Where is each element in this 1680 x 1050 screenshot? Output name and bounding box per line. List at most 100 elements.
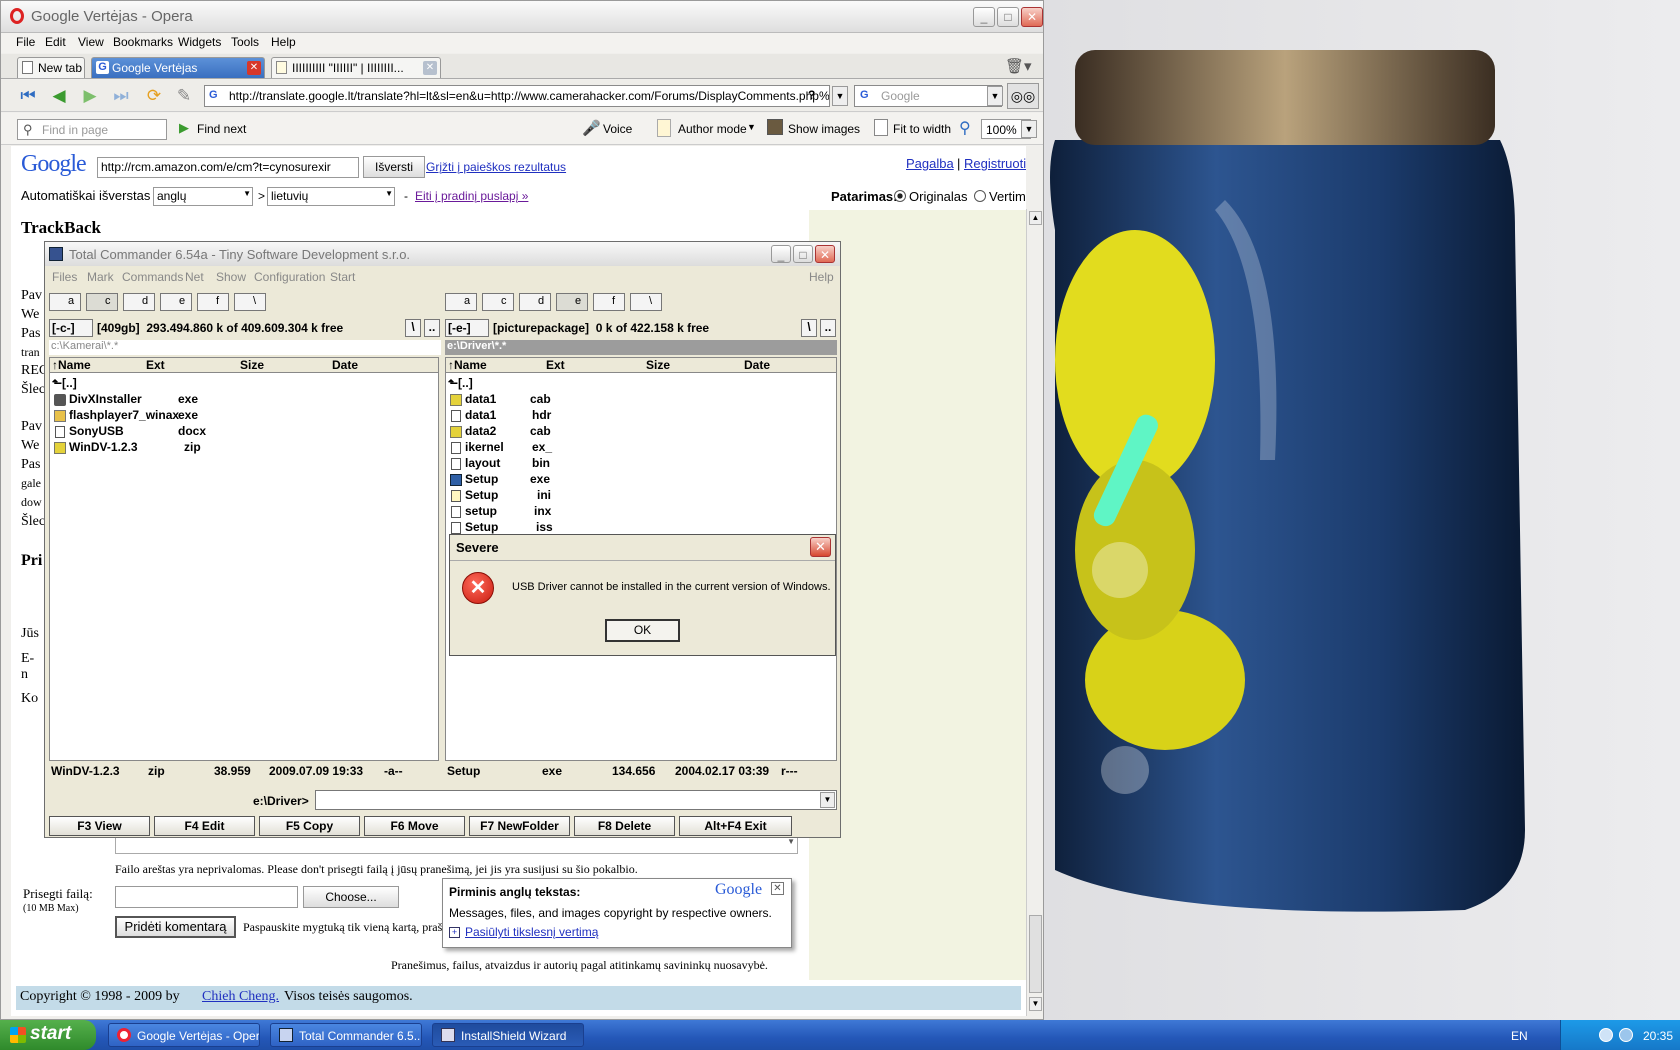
f7-newfolder-button[interactable]: F7 NewFolder <box>469 816 570 836</box>
back-icon[interactable]: ◀ <box>46 85 72 107</box>
trash-icon[interactable]: 🗑▾ <box>1005 57 1032 75</box>
translate-url-input[interactable]: http://rcm.amazon.com/e/cm?t=cynosurexir <box>97 157 359 178</box>
f4-edit-button[interactable]: F4 Edit <box>154 816 255 836</box>
drive-e-button[interactable]: e <box>556 293 588 311</box>
edit-icon[interactable]: ✎ <box>171 85 197 107</box>
search-dropdown-icon[interactable]: ▼ <box>987 86 1003 106</box>
menu-help[interactable]: Help <box>271 35 296 49</box>
col-date[interactable]: Date <box>744 358 770 372</box>
left-up-button[interactable]: .. <box>424 319 440 337</box>
file-row[interactable]: data2 cab <box>448 424 828 440</box>
drive-d-button[interactable]: d <box>123 293 155 311</box>
taskbar-item-total-commander[interactable]: Total Commander 6.5... <box>270 1023 422 1047</box>
translate-button[interactable]: Išversti <box>363 156 425 178</box>
tooltip-close-button[interactable]: ✕ <box>771 882 784 895</box>
zoom-dropdown-icon[interactable]: ▼ <box>1021 120 1037 138</box>
rewind-icon[interactable]: ⏮ <box>15 85 41 107</box>
right-up-button[interactable]: .. <box>820 319 836 337</box>
register-link[interactable]: Registruotis <box>964 156 1026 171</box>
col-name[interactable]: ↑Name <box>52 358 91 372</box>
drive-c-button[interactable]: c <box>86 293 118 311</box>
submit-comment-button[interactable]: Pridėti komentarą <box>115 916 236 938</box>
tab-close-icon[interactable]: ✕ <box>247 61 261 75</box>
command-line-input[interactable]: ▼ <box>315 790 837 810</box>
file-row[interactable]: ikernel ex_ <box>448 440 828 456</box>
file-row[interactable]: SonyUSB docx <box>52 424 432 440</box>
left-drive-select[interactable]: [-c-] <box>49 319 93 337</box>
right-root-button[interactable]: \ <box>801 319 817 337</box>
file-row[interactable]: layout bin <box>448 456 828 472</box>
left-path-bar[interactable]: c:\Kamerai\*.* <box>49 340 441 355</box>
tc-close-button[interactable]: ✕ <box>815 245 835 263</box>
suggest-translation-link[interactable]: Pasiūlyti tikslesnį vertimą <box>465 925 598 939</box>
col-size[interactable]: Size <box>240 358 264 372</box>
tc-minimize-button[interactable]: _ <box>771 245 791 263</box>
file-path-input[interactable] <box>115 886 298 908</box>
author-mode-button[interactable]: Author mode <box>678 122 747 136</box>
menu-view[interactable]: View <box>78 35 104 49</box>
find-input[interactable]: ⚲ Find in page <box>17 119 167 140</box>
network-icon[interactable] <box>1599 1028 1613 1042</box>
help-question-icon[interactable]: ? <box>808 88 815 102</box>
right-path-bar[interactable]: e:\Driver\*.* <box>445 340 837 355</box>
col-size[interactable]: Size <box>646 358 670 372</box>
fast-forward-icon[interactable]: ⏭ <box>108 85 134 107</box>
find-next-button[interactable]: Find next <box>197 122 246 136</box>
original-radio[interactable] <box>894 190 906 202</box>
file-row[interactable]: setup inx <box>448 504 828 520</box>
tab-camerahacker[interactable]: IIIIIIIIII "IIIIII" | IIIIIIII... ✕ <box>271 57 441 78</box>
f3-view-button[interactable]: F3 View <box>49 816 150 836</box>
binoculars-icon[interactable]: ◎◎ <box>1007 83 1039 109</box>
reload-icon[interactable]: ⟳ <box>141 85 167 107</box>
network-drive-button[interactable]: \ <box>234 293 266 311</box>
tc-menu-mark[interactable]: Mark <box>87 270 114 284</box>
start-button[interactable]: start <box>0 1020 96 1050</box>
show-images-button[interactable]: Show images <box>788 122 860 136</box>
drive-a-button[interactable]: a <box>445 293 477 311</box>
tc-menu-show[interactable]: Show <box>216 270 246 284</box>
taskbar-item-installshield[interactable]: InstallShield Wizard <box>432 1023 584 1047</box>
network-drive-button[interactable]: \ <box>630 293 662 311</box>
f8-delete-button[interactable]: F8 Delete <box>574 816 675 836</box>
file-row[interactable]: Setup ini <box>448 488 828 504</box>
author-link[interactable]: Chieh Cheng. <box>202 989 279 1005</box>
file-row[interactable]: data1 hdr <box>448 408 828 424</box>
drive-d-button[interactable]: d <box>519 293 551 311</box>
file-row[interactable]: flashplayer7_winax exe <box>52 408 432 424</box>
drive-c-button[interactable]: c <box>482 293 514 311</box>
file-row[interactable]: ⬑[..] <box>448 376 473 392</box>
tc-menu-commands[interactable]: Commands <box>122 270 183 284</box>
file-row[interactable]: WinDV-1.2.3 zip <box>52 440 432 456</box>
drive-a-button[interactable]: a <box>49 293 81 311</box>
to-language-select[interactable]: lietuvių ▼ <box>267 187 395 206</box>
f5-copy-button[interactable]: F5 Copy <box>259 816 360 836</box>
file-row[interactable]: data1 cab <box>448 392 828 408</box>
command-history-dropdown-icon[interactable]: ▼ <box>820 792 835 808</box>
col-name[interactable]: ↑Name <box>448 358 487 372</box>
drive-e-button[interactable]: e <box>160 293 192 311</box>
col-ext[interactable]: Ext <box>546 358 565 372</box>
scroll-thumb[interactable] <box>1029 915 1042 993</box>
tab-new[interactable]: New tab <box>17 57 85 78</box>
author-mode-dropdown-icon[interactable]: ▼ <box>747 122 756 132</box>
left-root-button[interactable]: \ <box>405 319 421 337</box>
forward-icon[interactable]: ▶ <box>77 85 103 107</box>
from-language-select[interactable]: anglų ▼ <box>153 187 253 206</box>
drive-f-button[interactable]: f <box>593 293 625 311</box>
tab-close-icon[interactable]: ✕ <box>423 61 437 75</box>
drive-f-button[interactable]: f <box>197 293 229 311</box>
col-date[interactable]: Date <box>332 358 358 372</box>
file-row[interactable]: ⬑[..] <box>52 376 77 392</box>
scroll-down-icon[interactable]: ▼ <box>1029 997 1042 1011</box>
minimize-button[interactable]: _ <box>973 7 995 27</box>
col-ext[interactable]: Ext <box>146 358 165 372</box>
voice-button[interactable]: Voice <box>603 122 632 136</box>
menu-widgets[interactable]: Widgets <box>178 35 221 49</box>
right-drive-select[interactable]: [-e-] <box>445 319 489 337</box>
help-link[interactable]: Pagalba <box>906 156 954 171</box>
translation-radio[interactable] <box>974 190 986 202</box>
file-row[interactable]: Setup exe <box>448 472 828 488</box>
page-scrollbar[interactable]: ▲ ▼ <box>1026 209 1043 1016</box>
maximize-button[interactable]: □ <box>997 7 1019 27</box>
tc-menu-start[interactable]: Start <box>330 270 355 284</box>
